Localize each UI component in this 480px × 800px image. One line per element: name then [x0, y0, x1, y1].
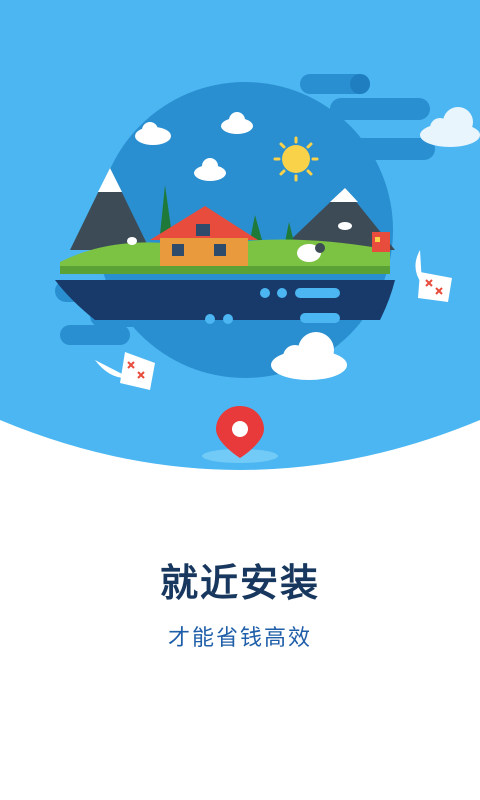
hero-illustration	[0, 0, 480, 470]
subline: 才能省钱高效	[167, 626, 312, 651]
small-house	[372, 232, 390, 252]
headline: 就近安装	[159, 561, 320, 605]
splash-screen: 就近安装 才能省钱高效	[0, 0, 480, 800]
lake	[55, 280, 395, 320]
